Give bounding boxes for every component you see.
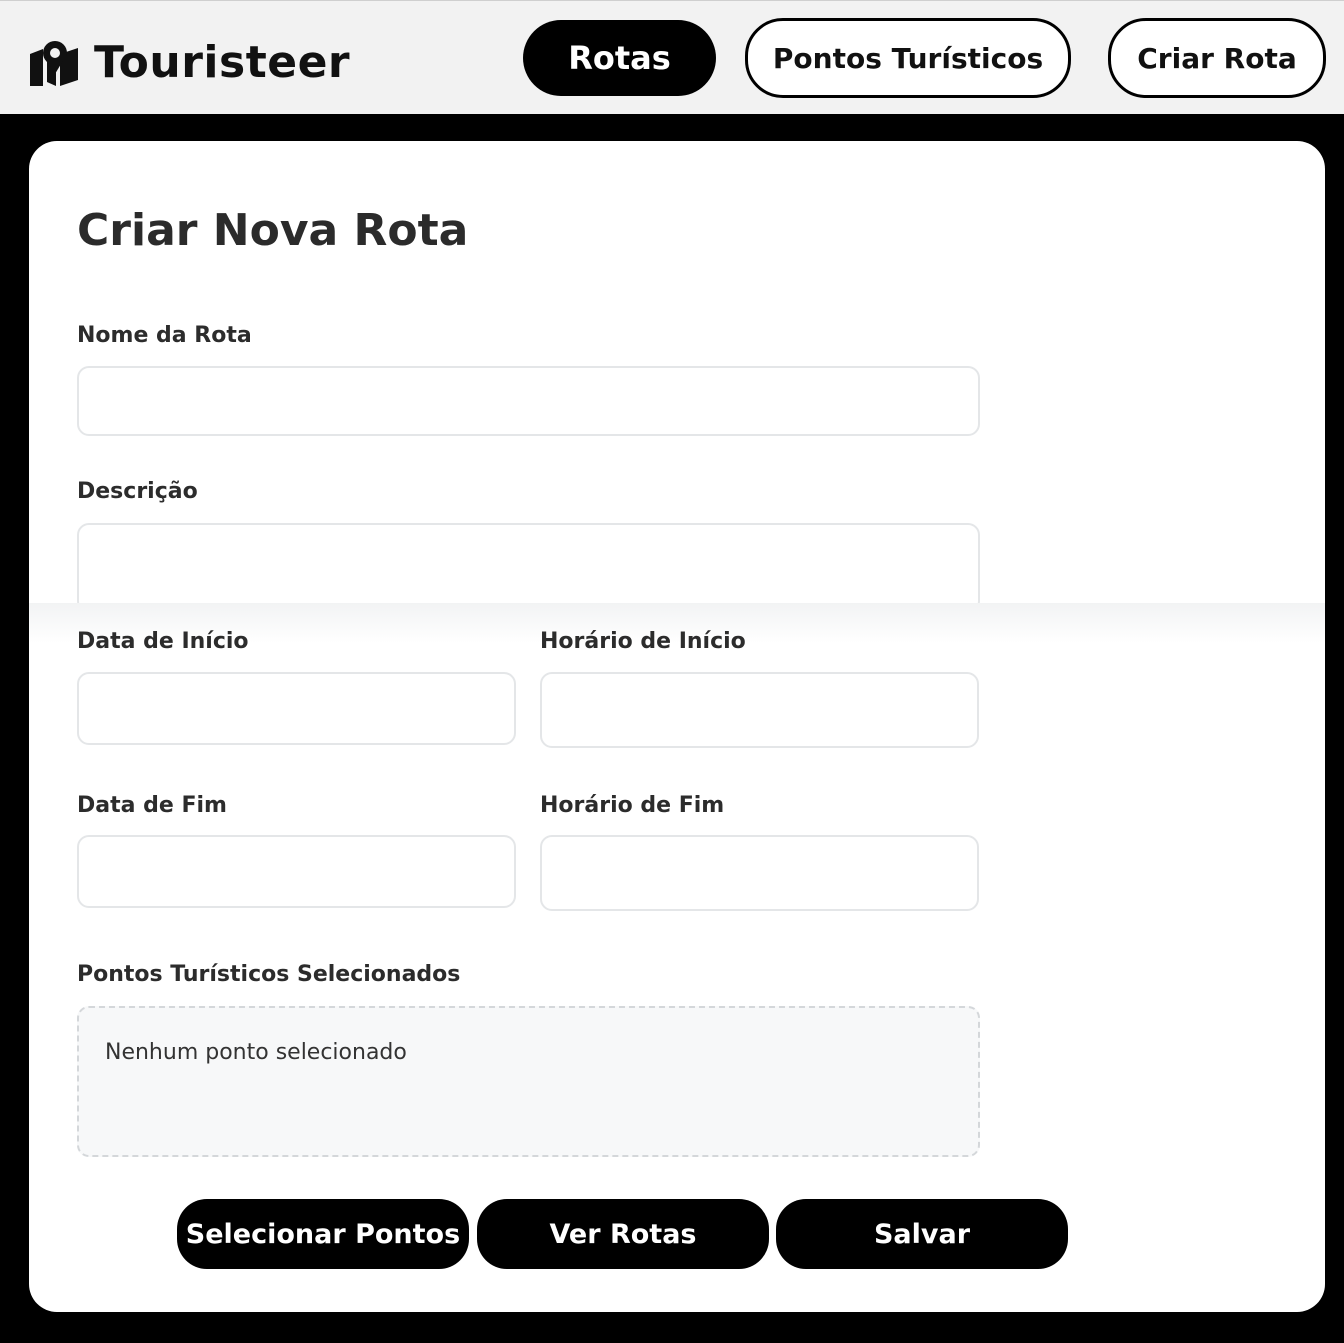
horario-fim-label: Horário de Fim [540,793,725,818]
descricao-label: Descrição [77,479,198,504]
horario-inicio-label: Horário de Início [540,629,746,654]
data-fim-label: Data de Fim [77,793,227,818]
nav-pontos-turisticos-button[interactable]: Pontos Turísticos [745,18,1071,98]
selecionar-pontos-button[interactable]: Selecionar Pontos [177,1199,469,1269]
create-route-card: Criar Nova Rota Nome da Rota Descrição D… [29,141,1325,1312]
horario-fim-input[interactable] [540,835,979,911]
data-inicio-input[interactable] [77,672,516,745]
selected-points-list: Nenhum ponto selecionado [77,1006,980,1157]
brand-name: Touristeer [94,37,351,88]
salvar-button[interactable]: Salvar [776,1199,1068,1269]
nav-criar-rota-button[interactable]: Criar Rota [1108,18,1326,98]
data-inicio-label: Data de Início [77,629,249,654]
brand-logo[interactable]: Touristeer [30,37,350,89]
page-title: Criar Nova Rota [77,205,469,256]
map-pin-icon [30,41,78,86]
nome-rota-input[interactable] [77,366,980,436]
nome-rota-label: Nome da Rota [77,323,252,348]
descricao-input[interactable] [77,523,980,613]
horario-inicio-input[interactable] [540,672,979,748]
top-navbar: Touristeer Rotas Pontos Turísticos Criar… [0,0,1344,114]
nav-rotas-button[interactable]: Rotas [523,20,716,96]
data-fim-input[interactable] [77,835,516,908]
empty-points-message: Nenhum ponto selecionado [105,1040,407,1065]
pontos-selecionados-label: Pontos Turísticos Selecionados [77,962,461,987]
ver-rotas-button[interactable]: Ver Rotas [477,1199,769,1269]
